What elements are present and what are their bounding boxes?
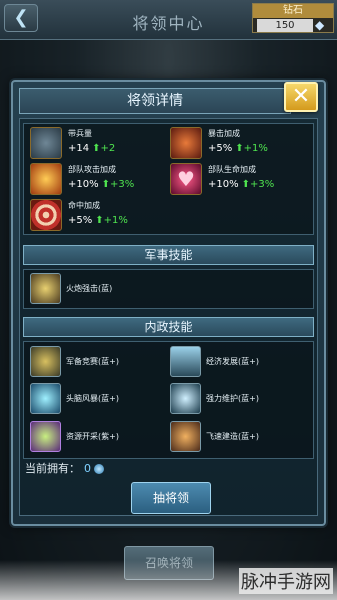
top-bar: ❮ 将领中心 钻石 150 ◆ [0, 0, 337, 40]
stat-critical-bonus: 暴击加成 +5% ⬆+1% [168, 126, 308, 162]
arms-race-icon [30, 346, 61, 377]
stat-label: 暴击加成 [208, 129, 240, 138]
stat-health-bonus: ♥ 部队生命加成 +10% ⬆+3% [168, 162, 308, 198]
explosion-icon [30, 163, 62, 195]
target-icon [30, 199, 62, 231]
skill-label: 飞速建造(蓝+) [206, 432, 259, 441]
token-icon [94, 464, 104, 474]
close-icon[interactable]: ✕ [284, 82, 318, 112]
stat-value: +10% ⬆+3% [68, 179, 135, 190]
skill-label: 强力维护(蓝+) [206, 394, 259, 403]
modal-title: 将领详情 [19, 88, 291, 114]
build-icon [170, 421, 201, 452]
stat-value: +10% ⬆+3% [208, 179, 275, 190]
owned-count: 0 [84, 462, 91, 475]
modal-body: 带兵量 +14 ⬆+2 暴击加成 +5% ⬆+1% 部队攻击加成 +10% ⬆+3% … [19, 118, 318, 516]
skill-brainstorm[interactable]: 头脑风暴(蓝+) [28, 382, 168, 416]
stat-attack-bonus: 部队攻击加成 +10% ⬆+3% [28, 162, 168, 198]
skill-label: 火炮强击(蓝) [66, 284, 113, 293]
economy-icon [170, 346, 201, 377]
stat-label: 带兵量 [68, 129, 92, 138]
draw-general-button[interactable]: 抽将领 [131, 482, 211, 514]
domestic-skills-header: 内政技能 [23, 317, 314, 337]
stats-panel: 带兵量 +14 ⬆+2 暴击加成 +5% ⬆+1% 部队攻击加成 +10% ⬆+3% … [23, 123, 314, 235]
skill-resource-mining[interactable]: 资源开采(紫+) [28, 420, 168, 454]
stat-hit-bonus: 命中加成 +5% ⬆+1% [28, 198, 168, 234]
skill-label: 军备竞赛(蓝+) [66, 357, 119, 366]
skill-maintenance[interactable]: 强力维护(蓝+) [168, 382, 308, 416]
owned-row: 当前拥有： 0 [25, 460, 104, 476]
general-detail-modal: 将领详情 ✕ 带兵量 +14 ⬆+2 暴击加成 +5% ⬆+1% 部队攻击加成 +1… [11, 80, 326, 526]
skill-fast-build[interactable]: 飞速建造(蓝+) [168, 420, 308, 454]
stat-value: +5% ⬆+1% [208, 143, 268, 154]
stat-value: +14 ⬆+2 [68, 143, 116, 154]
storm-icon [30, 383, 61, 414]
skill-label: 资源开采(紫+) [66, 432, 119, 441]
skill-label: 头脑风暴(蓝+) [66, 394, 119, 403]
watermark: 脉冲手游网 [239, 568, 333, 594]
skill-economy[interactable]: 经济发展(蓝+) [168, 345, 308, 379]
military-skills-panel: 火炮强击(蓝) [23, 269, 314, 309]
tank-icon [30, 127, 62, 159]
stat-label: 部队攻击加成 [68, 165, 116, 174]
diamond-icon: ◆ [315, 18, 325, 32]
stat-troop-capacity: 带兵量 +14 ⬆+2 [28, 126, 168, 162]
skill-label: 经济发展(蓝+) [206, 357, 259, 366]
owned-label: 当前拥有： [25, 462, 80, 475]
diamond-balance: 钻石 150 ◆ [252, 3, 334, 33]
resource-icon [30, 421, 61, 452]
diamond-count: 150 [257, 19, 313, 32]
artillery-icon [30, 273, 61, 304]
stat-label: 部队生命加成 [208, 165, 256, 174]
military-skills-header: 军事技能 [23, 245, 314, 265]
repair-icon [170, 383, 201, 414]
domestic-skills-panel: 军备竞赛(蓝+) 经济发展(蓝+) 头脑风暴(蓝+) 强力维护(蓝+) 资源开采… [23, 341, 314, 459]
missile-icon [170, 127, 202, 159]
stat-value: +5% ⬆+1% [68, 215, 128, 226]
stat-label: 命中加成 [68, 201, 100, 210]
skill-arms-race[interactable]: 军备竞赛(蓝+) [28, 345, 168, 379]
diamond-label: 钻石 [253, 4, 333, 18]
heart-icon: ♥ [170, 163, 202, 195]
skill-artillery[interactable]: 火炮强击(蓝) [28, 272, 168, 306]
